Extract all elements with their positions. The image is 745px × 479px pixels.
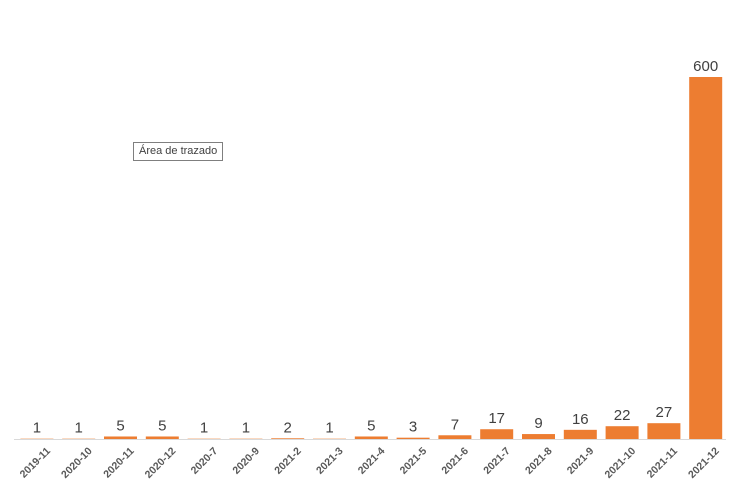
data-label-2021-3: 1 [325, 420, 333, 437]
x-tick-label-2020-12: 2020-12 [143, 445, 179, 479]
x-tick-label-2020-10: 2020-10 [59, 445, 95, 479]
data-label-2020-10: 1 [75, 420, 83, 437]
data-label-2020-9: 1 [242, 420, 250, 437]
data-label-2021-6: 7 [451, 416, 459, 433]
data-label-2021-10: 22 [614, 407, 631, 424]
x-tick-label-2019-11: 2019-11 [18, 445, 53, 479]
x-tick-label-2021-4: 2021-4 [356, 445, 388, 477]
data-label-2021-12: 600 [693, 58, 718, 75]
x-tick-label-2021-5: 2021-5 [398, 445, 430, 477]
data-label-2021-8: 9 [534, 415, 542, 432]
bar-chart: 1 1 5 5 1 1 2 1 5 3 7 17 9 16 22 27600 2019-11 2020-10 20… [14, 58, 726, 479]
x-tick-label-2021-9: 2021-9 [565, 445, 597, 477]
x-tick-label-2021-6: 2021-6 [439, 445, 471, 477]
x-tick-labels-group: 2019-11 2020-10 2020-11 2020-12 2020-7 2020-9… [18, 445, 722, 479]
data-label-2021-2: 2 [284, 419, 292, 436]
bar-2021-9[interactable] [563, 429, 597, 440]
x-tick-label-2021-12: 2021-12 [686, 445, 722, 479]
data-label-2020-12: 5 [158, 417, 166, 434]
x-tick-label-2021-3: 2021-3 [314, 445, 346, 477]
bar-2021-10[interactable] [605, 426, 639, 440]
x-tick-label-2020-11: 2020-11 [101, 445, 136, 479]
data-label-2021-4: 5 [367, 417, 375, 434]
bar-2021-6[interactable] [438, 435, 472, 440]
data-labels-group: 1 1 5 5 1 1 2 1 5 3 7 17 9 16 22 27 600 [33, 58, 718, 437]
x-tick-label-2020-7: 2020-7 [189, 445, 221, 477]
data-label-2021-11: 27 [656, 404, 673, 421]
data-label-2021-9: 16 [572, 411, 589, 428]
bars-group [20, 77, 723, 440]
data-label-2019-11: 1 [33, 420, 41, 437]
bar-2021-8[interactable] [522, 434, 555, 440]
x-tick-label-2021-11: 2021-11 [645, 445, 680, 479]
data-label-2020-11: 5 [116, 417, 124, 434]
x-tick-label-2020-9: 2020-9 [230, 445, 262, 477]
bar-2021-11[interactable] [647, 423, 681, 440]
x-tick-label-2021-7: 2021-7 [481, 445, 513, 477]
data-label-2021-7: 17 [488, 410, 505, 427]
x-tick-label-2021-8: 2021-8 [523, 445, 555, 477]
x-tick-label-2021-2: 2021-2 [272, 445, 304, 477]
data-label-2021-5: 3 [409, 419, 417, 436]
x-tick-label-2021-10: 2021-10 [602, 445, 638, 479]
data-label-2020-7: 1 [200, 420, 208, 437]
plot-area-tooltip: Área de trazado [133, 142, 224, 161]
bar-2021-12[interactable] [689, 77, 723, 440]
bar-2021-7[interactable] [480, 429, 514, 440]
